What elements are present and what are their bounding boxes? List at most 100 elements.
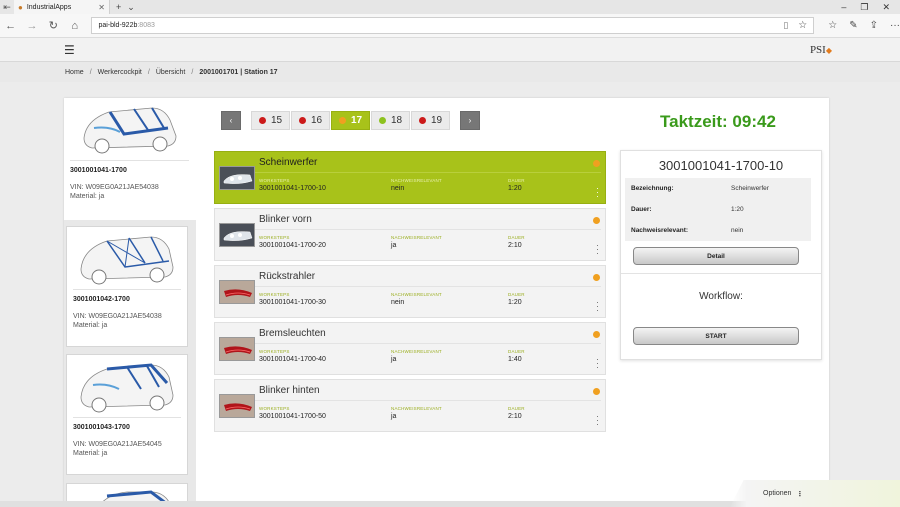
- workstep-dauer: 2:10: [508, 242, 522, 249]
- workstep-row[interactable]: Bremsleuchten WORKSTEPS 3001001041-1700-4…: [214, 322, 606, 375]
- vehicle-id: 3001001043-1700: [73, 424, 130, 431]
- breadcrumb-uebersicht[interactable]: Übersicht: [156, 69, 186, 76]
- status-dot: [593, 160, 600, 167]
- new-tab-icon[interactable]: +: [116, 2, 121, 12]
- hamburger-menu-icon[interactable]: ☰: [64, 43, 75, 57]
- more-vertical-icon[interactable]: · · ·: [596, 184, 599, 201]
- workstep-name: Scheinwerfer: [259, 157, 318, 168]
- workstep-id: 3001001041-1700-10: [259, 185, 326, 192]
- status-dot: [298, 117, 306, 124]
- close-window-icon[interactable]: ✕: [882, 2, 890, 13]
- status-dot: [593, 388, 600, 395]
- vehicle-vin: VIN: W09EG0A21JAE54045: [73, 441, 162, 448]
- vehicle-vin: VIN: W09EG0A21JAE54038: [70, 184, 159, 191]
- workstep-name: Blinker vorn: [259, 214, 312, 225]
- favicon-icon: ●: [18, 2, 23, 12]
- reading-view-icon[interactable]: ▯: [783, 20, 788, 31]
- forward-icon[interactable]: →: [21, 20, 42, 32]
- window-controls: – ❐ ✕: [841, 2, 900, 13]
- vehicle-card[interactable]: 3001001041-1700 VIN: W09EG0A21JAE54038 M…: [64, 98, 196, 220]
- share-icon[interactable]: ⇪: [870, 20, 878, 31]
- vehicle-vin: VIN: W09EG0A21JAE54038: [73, 313, 162, 320]
- app-header: ☰ PSI◆: [0, 38, 900, 62]
- detail-row: Dauer: 1:20: [631, 206, 744, 213]
- psi-logo: PSI◆: [809, 43, 832, 56]
- workstep-id: 3001001041-1700-30: [259, 299, 326, 306]
- options-label: Optionen: [763, 490, 792, 497]
- taillight-thumbnail: [219, 280, 255, 304]
- workstep-id: 3001001041-1700-20: [259, 242, 326, 249]
- breadcrumb-werkercockpit[interactable]: Werkercockpit: [98, 69, 142, 76]
- vehicle-image: [67, 227, 187, 289]
- workstep-row[interactable]: Blinker hinten WORKSTEPS 3001001041-1700-…: [214, 379, 606, 432]
- status-dot: [338, 117, 346, 124]
- vehicle-material: Material: ja: [73, 322, 108, 329]
- workstep-dauer: 1:20: [508, 299, 522, 306]
- breadcrumb-home[interactable]: Home: [65, 69, 84, 76]
- options-button[interactable]: Optionen ⋮: [730, 480, 900, 507]
- workstep-nachweis: ja: [391, 413, 397, 420]
- workstep-row[interactable]: Scheinwerfer WORKSTEPS 3001001041-1700-10…: [214, 151, 606, 204]
- tab-list-icon[interactable]: ⇤: [0, 2, 14, 13]
- detail-table: Bezeichnung: Scheinwerfer Dauer: 1:20 Nach…: [625, 178, 811, 241]
- detail-button[interactable]: Detail: [633, 247, 799, 265]
- more-vertical-icon[interactable]: · · ·: [596, 412, 599, 429]
- workstep-row[interactable]: Rückstrahler WORKSTEPS 3001001041-1700-30…: [214, 265, 606, 318]
- pen-icon[interactable]: ✎: [849, 20, 857, 31]
- main-panel: 3001001041-1700 VIN: W09EG0A21JAE54038 M…: [64, 98, 829, 507]
- vehicle-id: 3001001041-1700: [70, 167, 127, 174]
- browser-tab-bar: ⇤ ● IndustrialApps ✕ + ⌄ – ❐ ✕: [0, 0, 900, 14]
- detail-row: Nachweisrelevant: nein: [631, 227, 744, 234]
- workstep-dauer: 2:10: [508, 413, 522, 420]
- workstep-name: Rückstrahler: [259, 271, 316, 282]
- home-icon[interactable]: ⌂: [64, 20, 85, 32]
- start-button[interactable]: START: [633, 327, 799, 345]
- workstep-dauer: 1:40: [508, 356, 522, 363]
- workstep-id: 3001001041-1700-50: [259, 413, 326, 420]
- breadcrumb: Home / Werkercockpit / Übersicht / 20010…: [0, 62, 900, 82]
- close-tab-icon[interactable]: ✕: [98, 3, 105, 12]
- station-next-button[interactable]: ›: [460, 111, 480, 130]
- status-dot: [593, 217, 600, 224]
- station-16-button[interactable]: 16: [291, 111, 330, 130]
- minimize-icon[interactable]: –: [841, 2, 846, 13]
- status-dot: [378, 117, 386, 124]
- workstep-nachweis: ja: [391, 242, 397, 249]
- restore-icon[interactable]: ❐: [860, 2, 868, 13]
- status-dot: [593, 274, 600, 281]
- breadcrumb-current: 2001001701 | Station 17: [199, 68, 278, 76]
- workstep-detail-panel: 3001001041-1700-10 Bezeichnung: Scheinwer…: [620, 150, 822, 360]
- vehicle-material: Material: ja: [70, 193, 105, 200]
- detail-row: Bezeichnung: Scheinwerfer: [631, 185, 769, 192]
- headlight-thumbnail: [219, 223, 255, 247]
- station-prev-button[interactable]: ‹: [221, 111, 241, 130]
- more-icon[interactable]: ···: [890, 20, 900, 31]
- vehicle-list: 3001001041-1700 VIN: W09EG0A21JAE54038 M…: [64, 98, 196, 507]
- station-17-button[interactable]: 17: [331, 111, 370, 130]
- vehicle-card[interactable]: 3001001043-1700 VIN: W09EG0A21JAE54045 M…: [66, 354, 188, 475]
- station-18-button[interactable]: 18: [371, 111, 410, 130]
- status-dot: [593, 331, 600, 338]
- station-19-button[interactable]: 19: [411, 111, 450, 130]
- more-vertical-icon[interactable]: · · ·: [596, 241, 599, 258]
- browser-tab[interactable]: ● IndustrialApps ✕: [14, 0, 110, 14]
- url-field[interactable]: pai-bld-922b:8083 ▯ ☆: [91, 17, 815, 34]
- workstep-name: Blinker hinten: [259, 385, 320, 396]
- refresh-icon[interactable]: ↻: [43, 19, 64, 32]
- workstep-row[interactable]: Blinker vorn WORKSTEPS 3001001041-1700-20…: [214, 208, 606, 261]
- status-dot: [258, 117, 266, 124]
- workstep-dauer: 1:20: [508, 185, 522, 192]
- favorites-list-icon[interactable]: ☆: [828, 20, 837, 31]
- back-icon[interactable]: ←: [0, 20, 21, 32]
- station-selector: ‹ 15 16 17 18 19 ›: [221, 111, 480, 130]
- headlight-thumbnail: [219, 166, 255, 190]
- favorite-star-icon[interactable]: ☆: [798, 20, 807, 31]
- vehicle-card[interactable]: 3001001042-1700 VIN: W09EG0A21JAE54038 M…: [66, 226, 188, 347]
- detail-title: 3001001041-1700-10: [658, 158, 784, 173]
- more-vertical-icon[interactable]: · · ·: [596, 355, 599, 372]
- status-dot: [418, 117, 426, 124]
- tab-dropdown-icon[interactable]: ⌄: [127, 2, 135, 13]
- workstep-nachweis: nein: [391, 299, 405, 306]
- more-vertical-icon[interactable]: · · ·: [596, 298, 599, 315]
- station-15-button[interactable]: 15: [251, 111, 290, 130]
